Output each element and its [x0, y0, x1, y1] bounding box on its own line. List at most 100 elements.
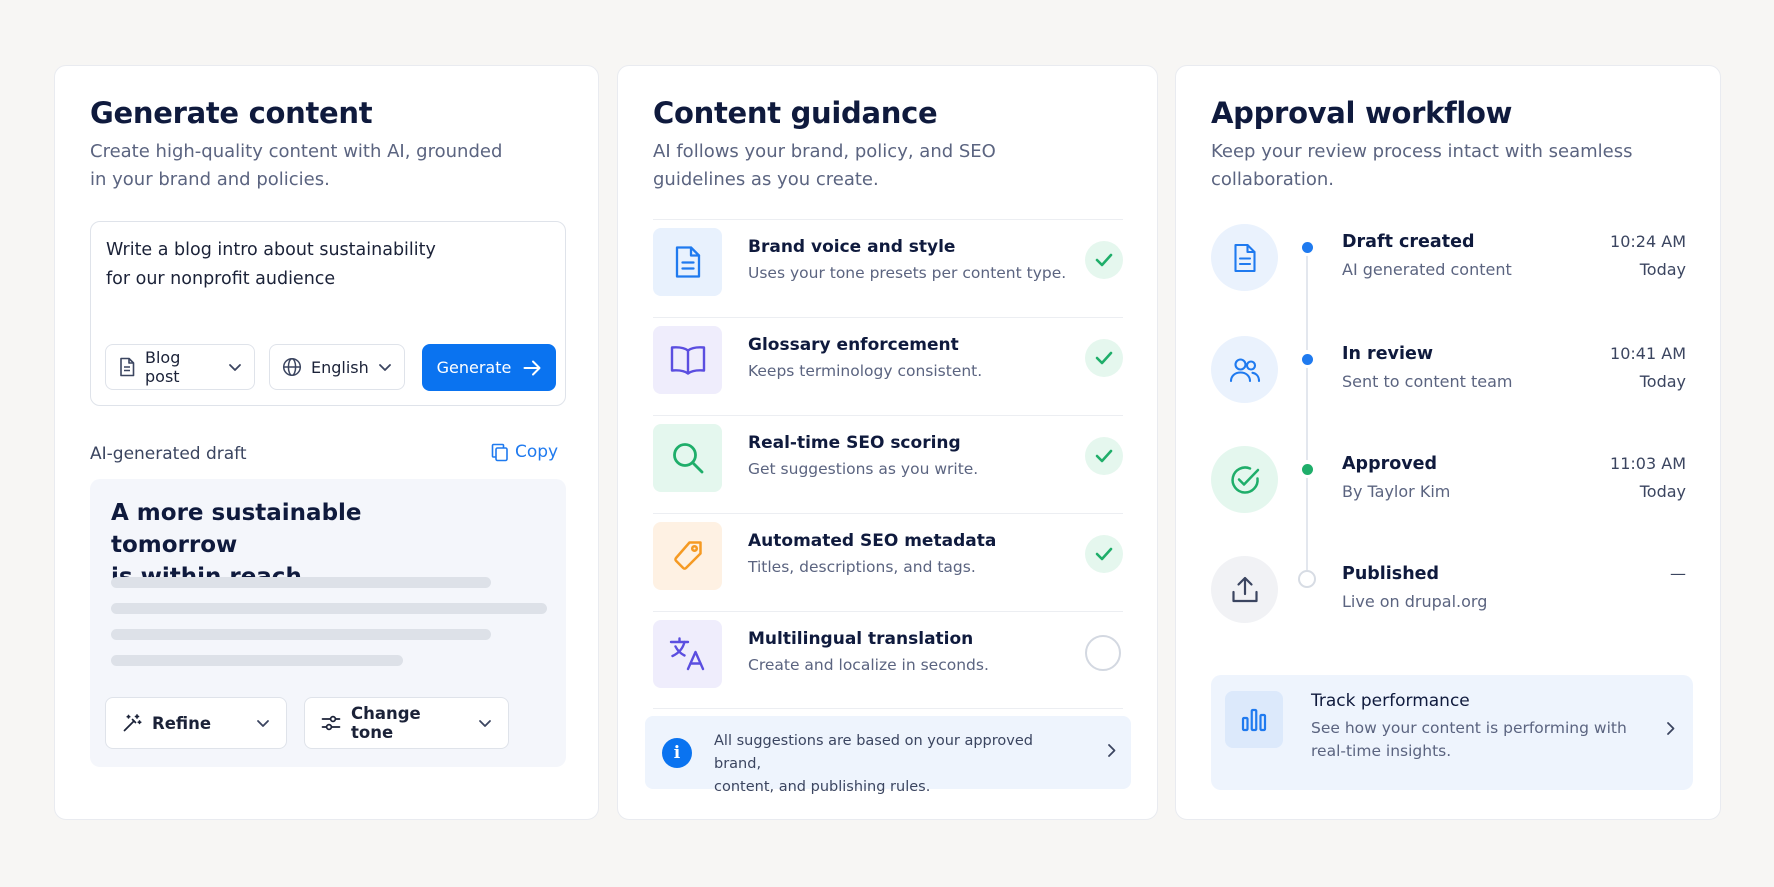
timeline-line: [1306, 246, 1308, 579]
workflow-step-draft-created: Draft created AI generated content 10:24…: [1211, 224, 1686, 294]
workflow-step-published: Published Live on drupal.org —: [1211, 556, 1686, 626]
generate-label: Generate: [436, 358, 512, 377]
guidance-item-title: Brand voice and style: [748, 237, 956, 257]
step-subtitle: AI generated content: [1342, 260, 1512, 279]
globe-icon: [282, 357, 302, 377]
draft-panel: A more sustainable tomorrow is within re…: [90, 479, 566, 767]
step-day: Today: [1639, 260, 1686, 279]
skeleton-line: [111, 603, 547, 614]
refine-label: Refine: [152, 713, 212, 733]
content-type-value: Blog post: [145, 348, 181, 386]
change-tone-button[interactable]: Change tone: [304, 697, 509, 749]
copy-icon: [491, 443, 509, 462]
check-icon: [1085, 339, 1123, 377]
document-icon: [1211, 224, 1278, 291]
chevron-down-icon: [478, 719, 492, 728]
guidance-item-seo-scoring[interactable]: Real-time SEO scoring Get suggestions as…: [653, 415, 1123, 513]
status-dot: [1298, 350, 1316, 368]
check-icon: [1085, 241, 1123, 279]
translate-icon: [653, 620, 722, 688]
chevron-down-icon: [378, 363, 392, 372]
guidance-item-desc: Titles, descriptions, and tags.: [748, 558, 976, 576]
copy-label: Copy: [515, 442, 559, 462]
generate-content-card: Generate content Create high-quality con…: [54, 65, 599, 820]
info-line-1: All suggestions are based on your approv…: [714, 733, 1033, 772]
chevron-right-icon: [1107, 743, 1116, 758]
step-subtitle: Sent to content team: [1342, 372, 1513, 391]
check-circle-icon: [1211, 446, 1278, 513]
guidance-item-translation[interactable]: Multilingual translation Create and loca…: [653, 611, 1123, 709]
step-title: In review: [1342, 344, 1434, 364]
bar-chart-icon: [1225, 691, 1283, 748]
step-subtitle: By Taylor Kim: [1342, 482, 1451, 501]
step-title: Approved: [1342, 454, 1438, 474]
step-day: Today: [1639, 372, 1686, 391]
info-text: All suggestions are based on your approv…: [714, 730, 1074, 799]
generate-button[interactable]: Generate: [422, 344, 556, 391]
workflow-step-in-review: In review Sent to content team 10:41 AM …: [1211, 336, 1686, 406]
guidance-item-desc: Keeps terminology consistent.: [748, 362, 983, 380]
chevron-down-icon: [256, 719, 270, 728]
guidance-item-desc: Get suggestions as you write.: [748, 460, 979, 478]
copy-button[interactable]: Copy: [491, 442, 558, 462]
tag-icon: [653, 522, 722, 590]
guidance-title: Content guidance: [653, 96, 938, 130]
generate-title: Generate content: [90, 96, 373, 130]
document-icon: [118, 357, 136, 377]
step-time: 11:03 AM: [1610, 454, 1686, 473]
step-time: 10:24 AM: [1610, 232, 1686, 251]
skeleton-line: [111, 577, 491, 588]
step-day: Today: [1639, 482, 1686, 501]
draft-headline-line-1: A more sustainable tomorrow: [111, 500, 362, 558]
step-time: 10:41 AM: [1610, 344, 1686, 363]
users-icon: [1211, 336, 1278, 403]
prompt-line-2: for our nonprofit audience: [106, 269, 336, 289]
chevron-right-icon: [1666, 721, 1675, 736]
workflow-step-approved: Approved By Taylor Kim 11:03 AM Today: [1211, 446, 1686, 516]
guidance-item-brand-voice[interactable]: Brand voice and style Uses your tone pre…: [653, 219, 1123, 317]
guidance-item-desc: Uses your tone presets per content type.: [748, 264, 1067, 282]
guidance-item-desc: Create and localize in seconds.: [748, 656, 989, 674]
upload-icon: [1211, 556, 1278, 623]
language-select[interactable]: English: [269, 344, 405, 390]
sliders-icon: [321, 714, 341, 732]
skeleton-line: [111, 629, 491, 640]
step-subtitle: Live on drupal.org: [1342, 592, 1488, 611]
prompt-input[interactable]: Write a blog intro about sustainability …: [90, 221, 566, 406]
search-icon: [653, 424, 722, 492]
content-type-select[interactable]: Blog post: [105, 344, 255, 390]
step-title: Draft created: [1342, 232, 1475, 252]
book-icon: [653, 326, 722, 394]
guidance-info-bar[interactable]: i All suggestions are based on your appr…: [645, 716, 1131, 795]
guidance-item-glossary[interactable]: Glossary enforcement Keeps terminology c…: [653, 317, 1123, 415]
status-dot: [1298, 238, 1316, 256]
status-dot-empty: [1298, 570, 1316, 588]
workflow-subtitle: Keep your review process intact with sea…: [1211, 141, 1633, 190]
guidance-item-seo-metadata[interactable]: Automated SEO metadata Titles, descripti…: [653, 513, 1123, 611]
check-icon: [1085, 437, 1123, 475]
unchecked-circle-icon: [1085, 635, 1121, 671]
approval-workflow-card: Approval workflow Keep your review proce…: [1175, 65, 1721, 820]
status-dot: [1298, 460, 1316, 478]
guidance-item-title: Multilingual translation: [748, 629, 974, 649]
arrow-right-icon: [523, 360, 541, 376]
guidance-item-title: Automated SEO metadata: [748, 531, 997, 551]
track-performance-card[interactable]: Track performance See how your content i…: [1211, 675, 1693, 790]
skeleton-line: [111, 655, 403, 666]
refine-button[interactable]: Refine: [105, 697, 287, 749]
draft-label: AI-generated draft: [90, 444, 247, 464]
track-title: Track performance: [1311, 691, 1470, 711]
magic-wand-icon: [122, 713, 142, 733]
guidance-list: Brand voice and style Uses your tone pre…: [653, 219, 1123, 709]
workflow-title: Approval workflow: [1211, 96, 1513, 130]
step-title: Published: [1342, 564, 1440, 584]
change-tone-label: Change tone: [351, 704, 421, 742]
chevron-down-icon: [228, 363, 242, 372]
info-icon: i: [662, 738, 692, 768]
prompt-text[interactable]: Write a blog intro about sustainability …: [106, 236, 466, 294]
guidance-item-title: Real-time SEO scoring: [748, 433, 961, 453]
check-icon: [1085, 535, 1123, 573]
guidance-item-title: Glossary enforcement: [748, 335, 959, 355]
guidance-subtitle: AI follows your brand, policy, and SEO g…: [653, 141, 996, 190]
prompt-line-1: Write a blog intro about sustainability: [106, 240, 436, 260]
